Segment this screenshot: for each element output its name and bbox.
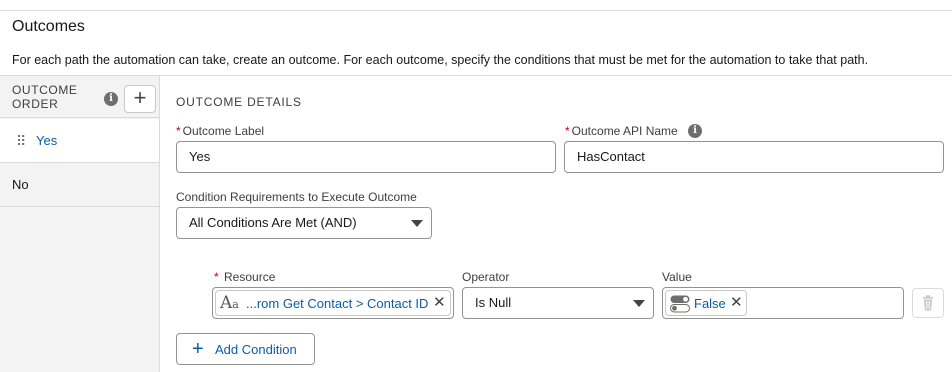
- top-rule: [0, 10, 952, 11]
- outcome-order-header: OUTCOME ORDER i +: [0, 76, 160, 118]
- resource-pill[interactable]: Aa ...rom Get Contact > Contact ID ✕: [215, 290, 451, 316]
- outcome-label-input[interactable]: Yes: [176, 141, 556, 173]
- resource-label-text: Resource: [224, 270, 276, 284]
- required-marker: *: [214, 270, 219, 284]
- delete-condition-button[interactable]: [912, 288, 944, 318]
- outcome-item-label: No: [12, 177, 29, 192]
- value-pill[interactable]: False ✕: [665, 290, 747, 316]
- operator-value: Is Null: [475, 295, 512, 310]
- outcome-label-text: Outcome Label: [182, 124, 265, 138]
- info-icon[interactable]: i: [104, 92, 118, 106]
- outcome-label-field-label: * Outcome Label: [176, 124, 264, 138]
- value-pill-value: False: [694, 296, 726, 311]
- outcome-details-title: OUTCOME DETAILS: [176, 95, 302, 109]
- resource-field-label: * Resource: [214, 270, 275, 284]
- resource-pill-value: ...rom Get Contact > Contact ID: [246, 296, 429, 311]
- info-icon[interactable]: i: [688, 124, 702, 138]
- text-type-icon: Aa: [220, 293, 239, 313]
- section-title: Outcomes: [12, 18, 85, 35]
- value-field-label: Value: [662, 270, 692, 284]
- outcome-item-yes[interactable]: ⠿ Yes: [0, 119, 159, 163]
- condition-requirements-select[interactable]: All Conditions Are Met (AND): [176, 207, 432, 239]
- api-name-field-label: * Outcome API Name: [565, 124, 678, 138]
- section-description: For each path the automation can take, c…: [12, 53, 869, 67]
- outcome-order-sidebar: OUTCOME ORDER i + ⠿ Yes No: [0, 76, 160, 372]
- drag-handle-icon[interactable]: ⠿: [16, 133, 26, 149]
- operator-field-label: Operator: [462, 270, 510, 284]
- required-marker: *: [176, 124, 181, 138]
- add-outcome-button[interactable]: +: [124, 85, 156, 113]
- value-field[interactable]: False ✕: [662, 287, 904, 319]
- required-marker: *: [565, 124, 570, 138]
- chevron-down-icon: [411, 220, 423, 227]
- outcome-item-no[interactable]: No: [0, 163, 159, 207]
- api-name-label-text: Outcome API Name: [571, 124, 678, 138]
- add-icon: +: [192, 338, 204, 360]
- add-condition-button[interactable]: + Add Condition: [176, 333, 315, 365]
- outcome-order-label-line1: OUTCOME: [12, 83, 78, 97]
- resource-field[interactable]: Aa ...rom Get Contact > Contact ID ✕: [212, 287, 454, 319]
- trash-icon: [923, 295, 933, 311]
- close-icon[interactable]: ✕: [433, 293, 446, 313]
- operator-select[interactable]: Is Null: [462, 287, 654, 319]
- outcome-order-label-line2: ORDER: [12, 97, 59, 111]
- outcome-api-name-input[interactable]: HasContact: [564, 141, 944, 173]
- boolean-toggle-icon: [670, 295, 690, 313]
- chevron-down-icon: [633, 300, 645, 307]
- close-icon[interactable]: ✕: [730, 293, 743, 313]
- condition-requirements-label: Condition Requirements to Execute Outcom…: [176, 190, 417, 204]
- add-condition-label: Add Condition: [215, 342, 297, 357]
- outcome-item-label: Yes: [36, 133, 58, 148]
- condition-requirements-value: All Conditions Are Met (AND): [189, 215, 357, 230]
- outcome-order-label: OUTCOME ORDER: [12, 83, 78, 111]
